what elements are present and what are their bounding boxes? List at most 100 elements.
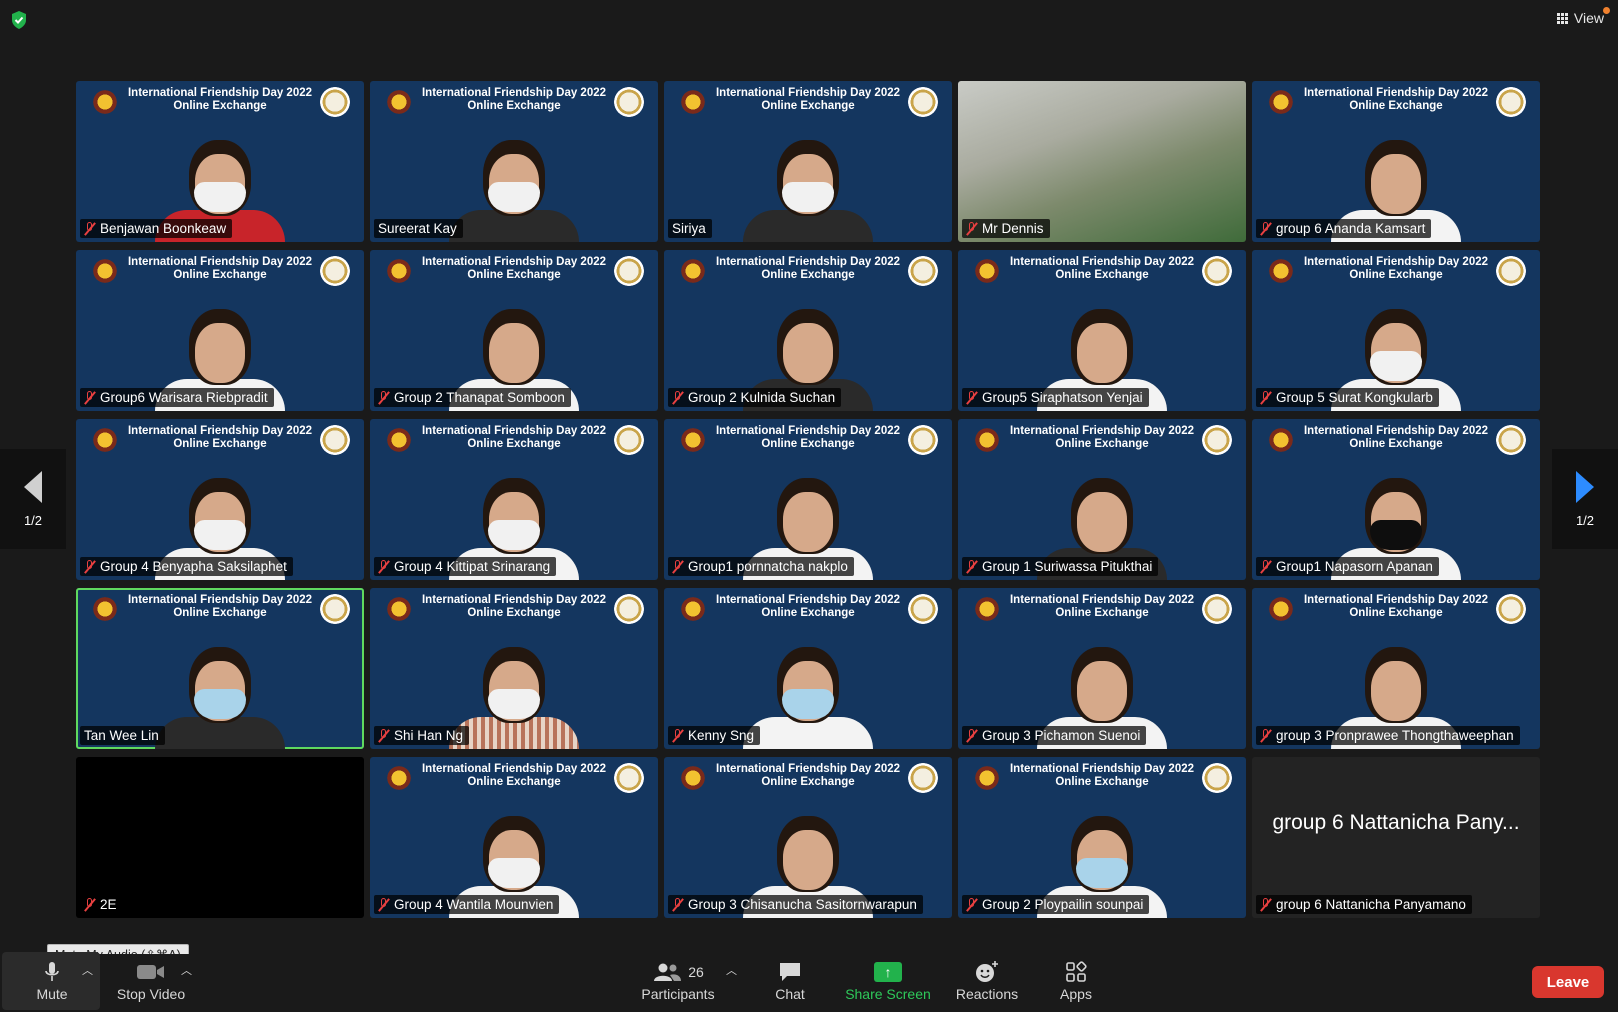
participant-display-name: group 6 Nattanicha Pany... <box>1272 810 1520 834</box>
chat-label: Chat <box>775 986 805 1002</box>
banner-title: International Friendship Day 2022 <box>421 425 607 437</box>
microphone-muted-icon <box>378 390 390 405</box>
participant-video-tile[interactable]: International Friendship Day 2022 Online … <box>1252 250 1540 411</box>
participant-video-tile[interactable]: International Friendship Day 2022 Online … <box>664 250 952 411</box>
participant-video-tile[interactable]: International Friendship Day 2022 Online … <box>370 419 658 580</box>
microphone-muted-icon <box>378 897 390 912</box>
participant-video-tile[interactable]: International Friendship Day 2022 Online … <box>958 419 1246 580</box>
security-shield-icon[interactable] <box>10 10 28 30</box>
banner-title: International Friendship Day 2022 <box>715 594 901 606</box>
participant-name: Group 4 Benyapha Saksilaphet <box>100 559 287 574</box>
participant-name: Mr Dennis <box>982 221 1044 236</box>
participant-video-feed <box>743 122 873 242</box>
participant-name: Kenny Sng <box>688 728 755 743</box>
participant-video-tile[interactable]: International Friendship Day 2022 Online … <box>370 757 658 918</box>
page-indicator-right: 1/2 <box>1575 512 1595 528</box>
participant-name-tag: Group 1 Suriwassa Pitukthai <box>962 557 1159 576</box>
virtual-background-banner: International Friendship Day 2022 Online … <box>370 763 658 789</box>
microphone-muted-icon <box>84 559 96 574</box>
participant-name-tag: Siriya <box>668 219 712 238</box>
microphone-muted-icon <box>672 728 684 743</box>
participant-video-tile[interactable]: International Friendship Day 2022 Online … <box>958 588 1246 749</box>
banner-title: International Friendship Day 2022 <box>421 87 607 99</box>
banner-title: International Friendship Day 2022 <box>715 425 901 437</box>
video-options-caret-icon[interactable]: ︿ <box>181 962 192 978</box>
participant-name-tag: Group5 Siraphatson Yenjai <box>962 388 1149 407</box>
previous-page-button[interactable]: 1/2 <box>0 449 66 549</box>
microphone-muted-icon <box>378 559 390 574</box>
virtual-background-banner: International Friendship Day 2022 Online … <box>370 594 658 620</box>
participant-name: Sureerat Kay <box>378 221 457 236</box>
participant-video-tile[interactable]: International Friendship Day 2022 Online … <box>370 588 658 749</box>
participant-video-tile[interactable]: International Friendship Day 2022 Online … <box>76 419 364 580</box>
virtual-background-banner: International Friendship Day 2022 Online … <box>664 256 952 282</box>
microphone-muted-icon <box>966 559 978 574</box>
banner-subtitle: Online Exchange <box>1349 100 1443 112</box>
banner-subtitle: Online Exchange <box>761 776 855 788</box>
participant-name-tag: Group 4 Wantila Mounvien <box>374 895 560 914</box>
next-page-button[interactable]: 1/2 <box>1552 449 1618 549</box>
participant-name: group 6 Ananda Kamsart <box>1276 221 1426 236</box>
participant-name: Group 2 Kulnida Suchan <box>688 390 836 405</box>
participant-video-tile[interactable]: International Friendship Day 2022 Online … <box>76 588 364 749</box>
banner-title: International Friendship Day 2022 <box>421 763 607 775</box>
participant-video-tile[interactable]: group 6 Nattanicha Pany... group 6 Nattan… <box>1252 757 1540 918</box>
chat-bubble-icon <box>780 963 800 981</box>
participant-video-tile[interactable]: International Friendship Day 2022 Online … <box>664 588 952 749</box>
video-camera-icon <box>137 965 164 979</box>
banner-subtitle: Online Exchange <box>173 607 267 619</box>
banner-subtitle: Online Exchange <box>467 607 561 619</box>
reactions-button[interactable]: Reactions <box>952 958 1022 1002</box>
arrow-left-icon <box>24 470 42 503</box>
chat-button[interactable]: Chat <box>770 958 810 1002</box>
microphone-muted-icon <box>672 559 684 574</box>
participant-name-tag: Group 2 Ploypailin sounpai <box>962 895 1150 914</box>
stop-video-button[interactable]: Stop Video <box>113 958 189 1002</box>
leave-button[interactable]: Leave <box>1532 966 1604 998</box>
participants-button[interactable]: 26 Participants <box>638 958 718 1002</box>
participant-video-tile[interactable]: International Friendship Day 2022 Online … <box>370 250 658 411</box>
participant-video-tile[interactable]: International Friendship Day 2022 Online … <box>958 250 1246 411</box>
banner-subtitle: Online Exchange <box>1349 269 1443 281</box>
participant-video-tile[interactable]: International Friendship Day 2022 Online … <box>664 757 952 918</box>
mute-button[interactable]: Mute <box>28 958 76 1002</box>
participant-video-tile[interactable]: Mr Dennis <box>958 81 1246 242</box>
virtual-background-banner: International Friendship Day 2022 Online … <box>958 763 1246 789</box>
virtual-background-banner: International Friendship Day 2022 Online … <box>958 425 1246 451</box>
participant-video-tile[interactable]: International Friendship Day 2022 Online … <box>1252 419 1540 580</box>
stop-video-label: Stop Video <box>116 986 186 1002</box>
apps-button[interactable]: Apps <box>1056 958 1096 1002</box>
participant-video-tile[interactable]: 2E <box>76 757 364 918</box>
virtual-background-banner: International Friendship Day 2022 Online … <box>76 594 364 620</box>
mute-label: Mute <box>36 986 68 1002</box>
participants-options-caret-icon[interactable]: ︿ <box>726 962 737 978</box>
participant-name-tag: Benjawan Boonkeaw <box>80 219 233 238</box>
participant-video-tile[interactable]: International Friendship Day 2022 Online … <box>76 250 364 411</box>
participant-video-tile[interactable]: International Friendship Day 2022 Online … <box>664 419 952 580</box>
participant-name: Group 2 Ploypailin sounpai <box>982 897 1144 912</box>
audio-options-caret-icon[interactable]: ︿ <box>82 962 93 978</box>
participant-video-tile[interactable]: International Friendship Day 2022 Online … <box>1252 588 1540 749</box>
participant-video-tile[interactable]: International Friendship Day 2022 Online … <box>664 81 952 242</box>
participant-name-tag: Group 3 Chisanucha Sasitornwarapun <box>668 895 923 914</box>
participant-name-tag: Group1 Napasorn Apanan <box>1256 557 1439 576</box>
participant-name-tag: Sureerat Kay <box>374 219 463 238</box>
participant-video-tile[interactable]: International Friendship Day 2022 Online … <box>370 81 658 242</box>
participant-video-tile[interactable]: International Friendship Day 2022 Online … <box>1252 81 1540 242</box>
participant-name-tag: Group 3 Pichamon Suenoi <box>962 726 1147 745</box>
notification-dot <box>1603 7 1610 14</box>
virtual-background-banner: International Friendship Day 2022 Online … <box>664 763 952 789</box>
participants-icon <box>654 963 682 981</box>
participant-video-tile[interactable]: International Friendship Day 2022 Online … <box>76 81 364 242</box>
view-button[interactable]: View <box>1556 7 1610 26</box>
virtual-background-banner: International Friendship Day 2022 Online … <box>76 425 364 451</box>
arrow-right-icon <box>1576 470 1594 503</box>
reactions-label: Reactions <box>955 986 1019 1002</box>
microphone-muted-icon <box>84 221 96 236</box>
banner-title: International Friendship Day 2022 <box>1303 256 1489 268</box>
participant-name-tag: group 6 Nattanicha Panyamano <box>1256 895 1472 914</box>
participants-count: 26 <box>688 964 704 980</box>
participant-name-tag: Mr Dennis <box>962 219 1050 238</box>
participant-video-tile[interactable]: International Friendship Day 2022 Online … <box>958 757 1246 918</box>
share-screen-button[interactable]: ↑ Share Screen <box>843 958 933 1002</box>
